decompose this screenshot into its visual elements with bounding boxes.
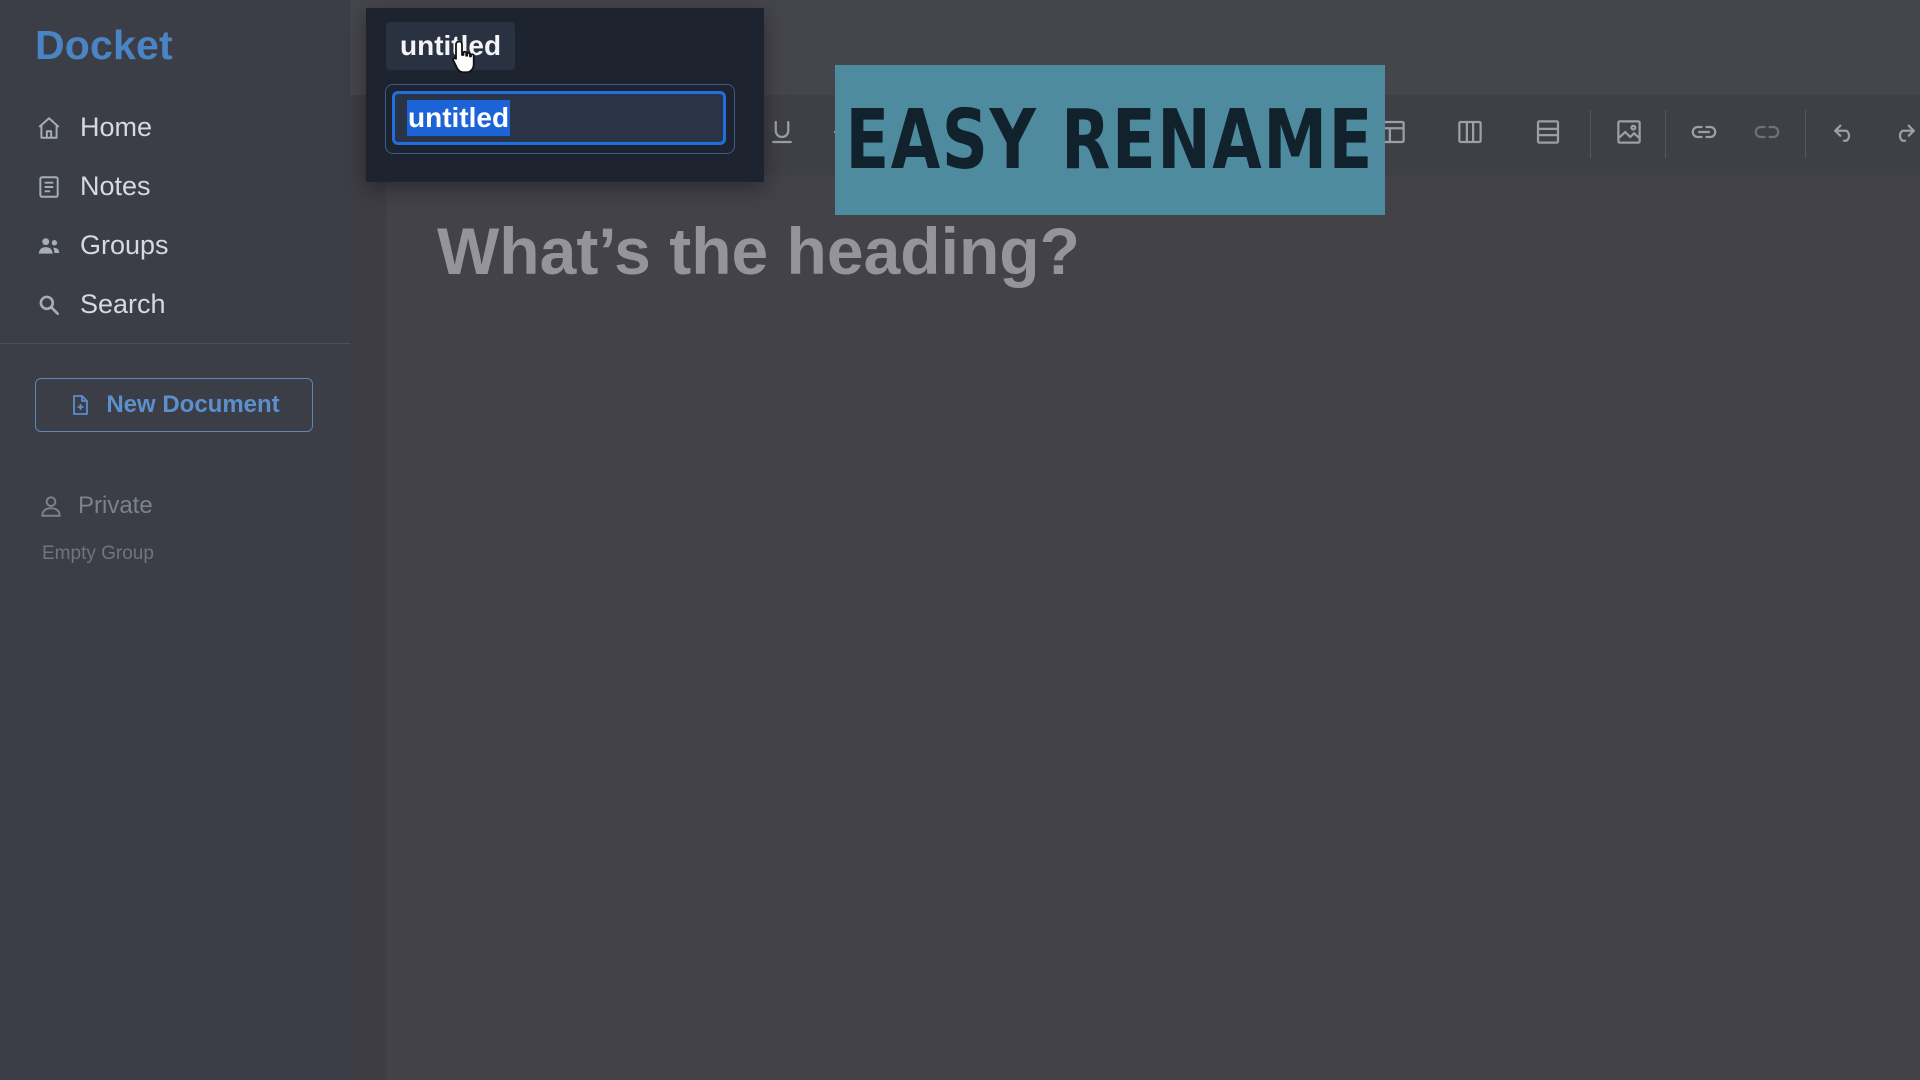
pointer-cursor-icon [450, 38, 480, 78]
sidebar: Docket Home Notes Groups Search New Docu… [0, 0, 350, 1080]
app-logo[interactable]: Docket [35, 22, 173, 69]
sidebar-item-notes[interactable]: Notes [36, 157, 169, 216]
user-icon [38, 493, 64, 519]
heading-placeholder[interactable]: What’s the heading? [437, 213, 1080, 289]
underline-icon[interactable] [767, 117, 797, 147]
sidebar-item-label: Search [80, 289, 166, 319]
banner-text: EASY RENAME [845, 92, 1375, 188]
easy-rename-banner: EASY RENAME [835, 65, 1385, 215]
sidebar-item-label: Groups [80, 230, 169, 260]
sidebar-item-label: Home [80, 112, 153, 142]
toolbar-separator [1665, 110, 1666, 158]
table-rows-icon[interactable] [1533, 117, 1563, 147]
empty-group-text: Empty Group [42, 543, 154, 564]
groups-icon [36, 233, 62, 259]
new-file-icon [68, 393, 92, 417]
sidebar-nav: Home Notes Groups Search [36, 98, 169, 334]
sidebar-item-search[interactable]: Search [36, 275, 169, 334]
notes-icon [36, 174, 62, 200]
unlink-icon[interactable] [1752, 117, 1782, 147]
new-document-label: New Document [106, 391, 280, 418]
group-private[interactable]: Private [38, 492, 153, 520]
rename-input[interactable]: untitled [392, 91, 726, 145]
image-icon[interactable] [1614, 117, 1644, 147]
undo-icon[interactable] [1829, 117, 1859, 147]
redo-icon[interactable] [1890, 117, 1920, 147]
rename-field-frame: untitled [385, 84, 735, 154]
table-columns-icon[interactable] [1455, 117, 1485, 147]
sidebar-divider [0, 343, 350, 344]
new-document-button[interactable]: New Document [35, 378, 313, 432]
toolbar-separator [1805, 110, 1806, 158]
sidebar-item-home[interactable]: Home [36, 98, 169, 157]
link-icon[interactable] [1689, 117, 1719, 147]
toolbar-separator [1590, 110, 1591, 158]
rename-input-value: untitled [407, 100, 511, 136]
sidebar-item-groups[interactable]: Groups [36, 216, 169, 275]
group-name: Private [78, 492, 153, 519]
search-icon [36, 292, 62, 318]
sidebar-item-label: Notes [80, 171, 151, 201]
home-icon [36, 115, 62, 141]
